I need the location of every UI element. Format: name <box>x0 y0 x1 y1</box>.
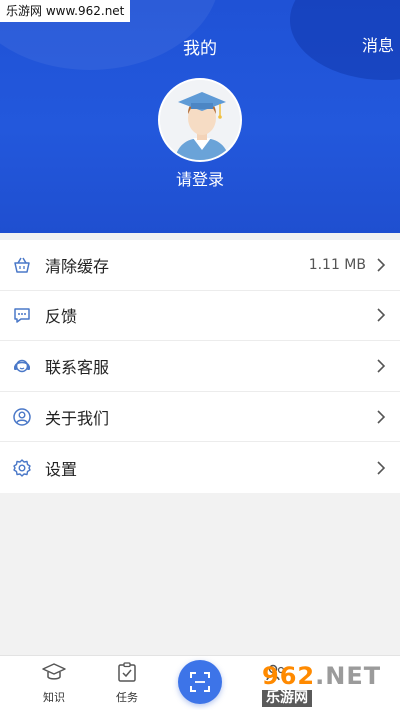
menu-item-label: 反馈 <box>45 307 78 327</box>
tab-knowledge[interactable]: 知识 <box>24 662 84 705</box>
menu-item-customer-service[interactable]: 联系客服 <box>0 341 400 392</box>
messages-link[interactable]: 消息 <box>362 32 394 56</box>
gear-icon <box>12 458 32 478</box>
watermark-bottom: 962.NET 乐游网 <box>262 659 400 710</box>
watermark-site: 乐游网 <box>262 689 312 707</box>
page-title: 我的 <box>183 39 217 59</box>
watermark-logo: 962.NET <box>262 661 382 690</box>
tab-label: 知识 <box>43 691 65 704</box>
clipboard-check-icon <box>118 662 136 682</box>
chevron-right-icon <box>374 256 388 274</box>
watermark-top: 乐游网 www.962.net <box>0 0 131 22</box>
menu-item-clear-cache[interactable]: 清除缓存 1.11 MB <box>0 240 400 291</box>
chevron-right-icon <box>374 306 388 324</box>
menu-item-settings[interactable]: 设置 <box>0 442 400 493</box>
menu-item-feedback[interactable]: 反馈 <box>0 291 400 342</box>
menu-item-label: 设置 <box>45 459 78 479</box>
cache-size: 1.11 MB <box>308 256 366 273</box>
user-circle-icon <box>12 407 32 427</box>
graduation-cap-icon <box>42 663 66 680</box>
scan-button[interactable] <box>178 660 222 704</box>
menu-item-about-us[interactable]: 关于我们 <box>0 392 400 443</box>
profile-header: 我的 消息 请登录 <box>0 0 400 233</box>
menu-item-label: 清除缓存 <box>45 256 110 276</box>
scan-icon <box>190 672 210 692</box>
chat-bubble-icon <box>12 305 32 325</box>
settings-menu: 清除缓存 1.11 MB 反馈 联系客服 关于我们 设置 <box>0 240 400 493</box>
basket-icon <box>12 255 32 275</box>
chevron-right-icon <box>374 408 388 426</box>
menu-item-label: 联系客服 <box>45 357 110 377</box>
headset-icon <box>12 356 32 376</box>
avatar[interactable] <box>158 78 242 162</box>
tab-label: 任务 <box>116 691 138 704</box>
menu-item-label: 关于我们 <box>45 408 110 428</box>
login-link[interactable]: 请登录 <box>0 166 400 190</box>
graduate-avatar-icon <box>160 80 240 160</box>
chevron-right-icon <box>374 459 388 477</box>
tab-tasks[interactable]: 任务 <box>97 662 157 705</box>
chevron-right-icon <box>374 357 388 375</box>
